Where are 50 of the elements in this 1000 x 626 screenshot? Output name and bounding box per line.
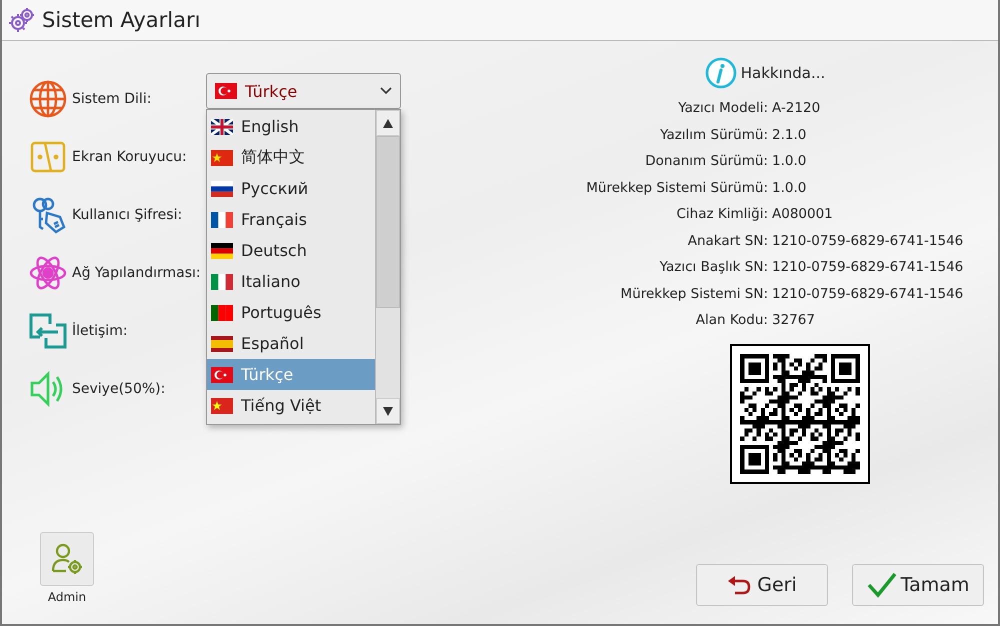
swap-arrows-icon	[28, 311, 68, 351]
info-value: 1210-0759-6829-6741-1546	[772, 258, 964, 277]
admin-button[interactable]	[40, 532, 94, 586]
info-label: Mürekkep Sistemi Sürümü:	[585, 178, 768, 198]
language-option[interactable]: Italiano	[207, 266, 375, 297]
scroll-up-icon[interactable]	[376, 110, 400, 136]
admin-label: Admin	[48, 590, 86, 604]
globe-icon	[28, 79, 68, 119]
language-option[interactable]: Русский	[207, 173, 375, 204]
checkmark-icon	[866, 572, 897, 598]
setting-label: Ekran Koruyucu:	[72, 149, 187, 165]
back-button[interactable]: Geri	[696, 564, 828, 606]
info-label: Mürekkep Sistemi SN:	[620, 284, 768, 304]
info-label: Yazılım Sürümü:	[659, 126, 768, 144]
language-dropdown[interactable]: Türkçe	[206, 73, 401, 109]
language-option[interactable]: 简体中文	[207, 142, 375, 173]
window-title: Sistem Ayarları	[42, 8, 200, 32]
language-option[interactable]: Português	[207, 297, 375, 328]
scrollbar-thumb[interactable]	[376, 136, 400, 308]
setting-label: Ağ Yapılandırması:	[72, 265, 201, 281]
info-value: 2.1.0	[772, 126, 808, 144]
scroll-down-icon[interactable]	[376, 398, 400, 424]
info-label: Alan Kodu:	[694, 311, 768, 330]
gears-icon	[8, 6, 36, 34]
info-value: 32767	[772, 311, 816, 330]
language-option[interactable]: Français	[207, 204, 375, 235]
setting-label: Sistem Dili:	[72, 91, 152, 107]
language-option[interactable]: Español	[207, 328, 375, 359]
about-title: Hakkında...	[740, 64, 826, 82]
info-icon	[704, 57, 737, 89]
info-value: 1210-0759-6829-6741-1546	[772, 284, 964, 304]
info-value: 1.0.0	[772, 178, 808, 198]
info-label: Anakart SN:	[686, 232, 768, 250]
info-label: Cihaz Kimliği:	[675, 205, 768, 224]
language-option[interactable]: Tiếng Việt	[207, 390, 375, 421]
info-label: Donanım Sürümü:	[644, 152, 768, 171]
info-value: A080001	[772, 205, 834, 224]
user-gear-icon	[49, 541, 85, 577]
setting-label: İletişim:	[72, 323, 128, 339]
chevron-down-icon	[380, 87, 392, 95]
language-option[interactable]: English	[207, 111, 375, 142]
info-value: A-2120	[772, 99, 822, 118]
ok-button[interactable]: Tamam	[852, 564, 984, 606]
info-label: Yazıcı Başlık SN:	[658, 258, 768, 277]
info-value: 1.0.0	[772, 152, 808, 171]
setting-label: Seviye(50%):	[72, 381, 166, 397]
setting-label: Kullanıcı Şifresi:	[72, 207, 182, 223]
language-option[interactable]: Deutsch	[207, 235, 375, 266]
info-label: Yazıcı Modeli:	[677, 99, 768, 118]
info-value: 1210-0759-6829-6741-1546	[772, 232, 964, 250]
